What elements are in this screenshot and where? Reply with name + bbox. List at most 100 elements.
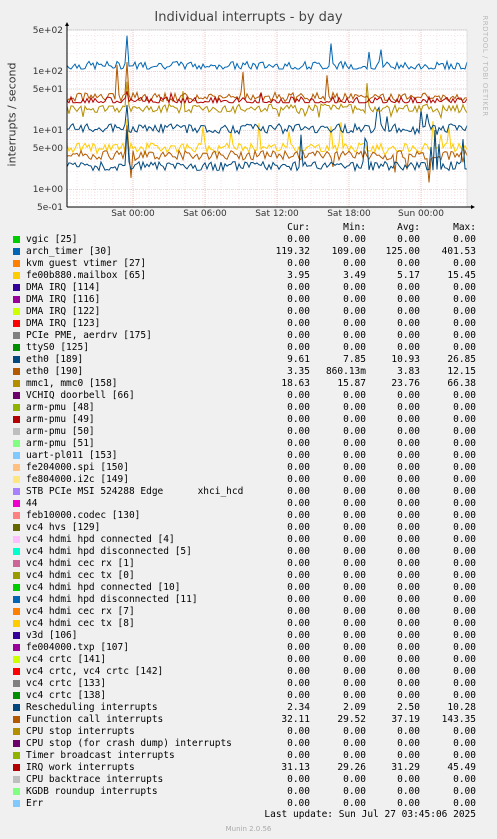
- legend-row: arch_timer [30] 119.32 109.00 125.00 401.53: [0, 246, 497, 258]
- legend-series-name: Function call interrupts: [26, 714, 164, 725]
- legend-series-name: DMA IRQ [122]: [26, 306, 101, 317]
- legend-series-name: fe204000.spi [150]: [26, 462, 129, 473]
- legend-series-name: vc4 hdmi hpd connected [10]: [26, 582, 181, 593]
- legend-value: 0.00: [453, 234, 476, 245]
- legend-value: 0.00: [453, 450, 476, 461]
- legend-swatch: [13, 608, 20, 615]
- legend-value: 0.00: [453, 438, 476, 449]
- legend-swatch: [13, 776, 20, 783]
- legend-series-name: DMA IRQ [116]: [26, 294, 101, 305]
- legend-series-name: fe004000.txp [107]: [26, 642, 129, 653]
- legend-value: 0.00: [453, 510, 476, 521]
- legend-row: fe204000.spi [150] 0.00 0.00 0.00 0.00: [0, 462, 497, 474]
- legend-swatch: [13, 308, 20, 315]
- legend-series-name: vc4 hdmi hpd connected [4]: [26, 534, 175, 545]
- legend-series-name: vc4 crtc, vc4 crtc [142]: [26, 666, 164, 677]
- legend-value: 0.00: [453, 726, 476, 737]
- legend-row: fe804000.i2c [149] 0.00 0.00 0.00 0.00: [0, 474, 497, 486]
- legend-swatch: [13, 536, 20, 543]
- legend-swatch: [13, 392, 20, 399]
- legend-swatch: [13, 404, 20, 411]
- legend-row: arm-pmu [48] 0.00 0.00 0.00 0.00: [0, 402, 497, 414]
- legend-series-name: ttyS0 [125]: [26, 342, 89, 353]
- legend-series-name: VCHIQ doorbell [66]: [26, 390, 135, 401]
- legend-series-name: CPU backtrace interrupts: [26, 774, 164, 785]
- legend-swatch: [13, 428, 20, 435]
- legend-swatch: [13, 704, 20, 711]
- legend-row: CPU backtrace interrupts 0.00 0.00 0.00 0.00: [0, 774, 497, 786]
- legend-series-name: arm-pmu [49]: [26, 414, 95, 425]
- legend-swatch: [13, 452, 20, 459]
- legend-row: vc4 crtc [138] 0.00 0.00 0.00 0.00: [0, 690, 497, 702]
- legend-value: 0.00: [453, 474, 476, 485]
- legend-row: vc4 hdmi hpd connected [4] 0.00 0.00 0.00 0.…: [0, 534, 497, 546]
- legend-series-name: PCIe PME, aerdrv [175]: [26, 330, 152, 341]
- legend-value: 0.00: [453, 738, 476, 749]
- legend-series-name: arm-pmu [48]: [26, 402, 95, 413]
- legend-header: Cur: Min: Avg: Max:: [0, 222, 497, 234]
- legend-value: 401.53: [441, 246, 476, 257]
- legend-row: PCIe PME, aerdrv [175] 0.00 0.00 0.00 0.00: [0, 330, 497, 342]
- legend-value: 0.00: [453, 522, 476, 533]
- legend-series-name: DMA IRQ [114]: [26, 282, 101, 293]
- legend-value: 66.38: [447, 378, 476, 389]
- legend-series-name: CPU stop interrupts: [26, 726, 135, 737]
- legend-swatch: [13, 596, 20, 603]
- legend-series-name: KGDB roundup interrupts: [26, 786, 158, 797]
- legend-row: CPU stop (for crash dump) interrupts 0.00…: [0, 738, 497, 750]
- legend-value: 15.45: [447, 270, 476, 281]
- legend-swatch: [13, 512, 20, 519]
- legend-swatch: [13, 692, 20, 699]
- legend-value: 0.00: [453, 750, 476, 761]
- legend-row: vc4 hdmi hpd disconnected [11] 0.00 0.00 0.…: [0, 594, 497, 606]
- legend-row: arm-pmu [50] 0.00 0.00 0.00 0.00: [0, 426, 497, 438]
- legend-row: DMA IRQ [122] 0.00 0.00 0.00 0.00: [0, 306, 497, 318]
- legend-row: vc4 crtc [133] 0.00 0.00 0.00 0.00: [0, 678, 497, 690]
- legend-value: 0.00: [453, 330, 476, 341]
- legend-swatch: [13, 248, 20, 255]
- legend-series-name: vc4 hdmi cec rx [7]: [26, 606, 135, 617]
- legend-series-name: arm-pmu [50]: [26, 426, 95, 437]
- legend-swatch: [13, 344, 20, 351]
- legend-swatch: [13, 416, 20, 423]
- legend-row: DMA IRQ [114] 0.00 0.00 0.00 0.00: [0, 282, 497, 294]
- legend-swatch: [13, 740, 20, 747]
- legend-row: DMA IRQ [116] 0.00 0.00 0.00 0.00: [0, 294, 497, 306]
- legend-value: 0.00: [453, 642, 476, 653]
- legend-value: 0.00: [453, 282, 476, 293]
- legend-row: vc4 crtc, vc4 crtc [142] 0.00 0.00 0.00 0.00: [0, 666, 497, 678]
- legend-row: Timer broadcast interrupts 0.00 0.00 0.00 0.…: [0, 750, 497, 762]
- legend-series-name: v3d [106]: [26, 630, 78, 641]
- legend-row: vc4 hdmi cec rx [1] 0.00 0.00 0.00 0.00: [0, 558, 497, 570]
- legend-value: 0.00: [453, 402, 476, 413]
- legend-row: eth0 [189] 9.61 7.85 10.93 26.85: [0, 354, 497, 366]
- legend-series-name: eth0 [189]: [26, 354, 84, 365]
- legend-series-name: kvm guest vtimer [27]: [26, 258, 147, 269]
- legend-row: vc4 hdmi cec tx [0] 0.00 0.00 0.00 0.00: [0, 570, 497, 582]
- legend-value: 0.00: [453, 486, 476, 497]
- legend-row: mmc1, mmc0 [158] 18.63 15.87 23.76 66.38: [0, 378, 497, 390]
- legend-series-name: DMA IRQ [123]: [26, 318, 101, 329]
- legend-swatch: [13, 668, 20, 675]
- legend-value: 0.00: [453, 534, 476, 545]
- legend-row: uart-pl011 [153] 0.00 0.00 0.00 0.00: [0, 450, 497, 462]
- legend-series-name: IRQ work interrupts: [26, 762, 135, 773]
- legend-row: vc4 hdmi hpd connected [10] 0.00 0.00 0.00 0…: [0, 582, 497, 594]
- legend-row: VCHIQ doorbell [66] 0.00 0.00 0.00 0.00: [0, 390, 497, 402]
- legend-series-name: arch_timer [30]: [26, 246, 112, 257]
- legend-series-name: feb10000.codec [130]: [26, 510, 141, 521]
- legend-series-name: uart-pl011 [153]: [26, 450, 118, 461]
- legend-series-name: vc4 hdmi cec rx [1]: [26, 558, 135, 569]
- legend-swatch: [13, 500, 20, 507]
- legend-row: vc4 hdmi cec rx [7] 0.00 0.00 0.00 0.00: [0, 606, 497, 618]
- legend-series-name: fe00b880.mailbox [65]: [26, 270, 147, 281]
- legend-value: 0.00: [453, 258, 476, 269]
- last-update-text: Last update: Sun Jul 27 03:45:06 2025: [264, 809, 476, 820]
- legend-series-name: vc4 crtc [138]: [26, 690, 107, 701]
- legend-series-name: vc4 crtc [133]: [26, 678, 107, 689]
- legend-swatch: [13, 548, 20, 555]
- legend-swatch: [13, 320, 20, 327]
- legend-swatch: [13, 788, 20, 795]
- legend-series-name: vgic [25]: [26, 234, 78, 245]
- legend-value: 0.00: [453, 618, 476, 629]
